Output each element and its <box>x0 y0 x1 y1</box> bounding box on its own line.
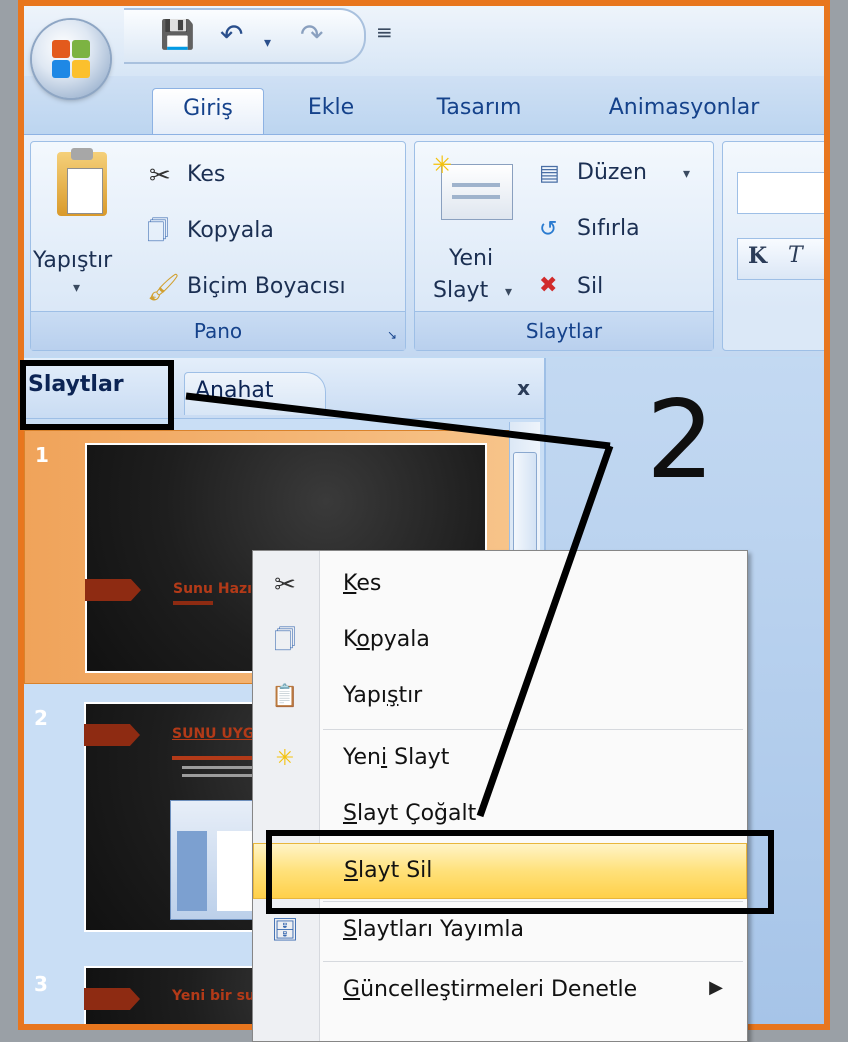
new-slide-icon: ✳ <box>275 746 295 771</box>
paste-dropdown-icon[interactable]: ▾ <box>73 280 80 296</box>
new-slide-dropdown-icon[interactable]: ▾ <box>505 284 512 300</box>
paste-icon[interactable] <box>57 148 107 216</box>
group-clipboard: Yapıştır ▾ ✂ Kes 🗍 Kopyala 🖌 Biçim Boyac… <box>30 141 406 351</box>
office-logo-icon <box>52 40 90 78</box>
menu-item-label: Slayt Sil <box>344 858 433 883</box>
ribbon-tabs: Giriş Ekle Tasarım Animasyonlar <box>24 76 824 135</box>
menu-item-label: Slaytları Yayımla <box>343 917 524 942</box>
reset-button[interactable]: Sıfırla <box>577 216 640 241</box>
close-pane-icon[interactable]: x <box>517 376 530 400</box>
menu-item-copy[interactable]: 🗍 Kopyala <box>253 613 747 669</box>
bold-button[interactable]: K <box>748 243 767 269</box>
group-slides: ✳ Yeni Slayt ▾ ▤ Düzen ▾ ↺ Sıfırla ✖ Sil… <box>414 141 714 351</box>
menu-separator <box>323 729 743 730</box>
menu-item-label: Kopyala <box>343 627 430 652</box>
delete-slide-icon: ✖ <box>539 273 558 298</box>
tab-animations[interactable]: Animasyonlar <box>584 88 784 134</box>
tab-slides[interactable]: Slaytlar <box>28 372 124 397</box>
tab-design[interactable]: Tasarım <box>414 88 544 134</box>
slide-tag-shape <box>85 579 141 601</box>
tab-insert[interactable]: Ekle <box>286 88 376 134</box>
undo-icon[interactable]: ↶ <box>220 20 243 50</box>
group-label-slides: Slaytlar <box>415 311 713 350</box>
slide-tag-shape <box>84 988 140 1010</box>
cut-button[interactable]: Kes <box>187 162 225 187</box>
menu-item-label: Güncelleştirmeleri Denetle <box>343 977 638 1002</box>
menu-separator <box>323 901 743 902</box>
tab-home[interactable]: Giriş <box>152 88 264 135</box>
paste-button[interactable]: Yapıştır <box>33 248 112 273</box>
new-slide-label-line1[interactable]: Yeni <box>449 246 493 271</box>
context-menu: ✂ Kes 🗍 Kopyala 📋 Yapıştır ✳ Yeni Slayt … <box>252 550 748 1042</box>
menu-item-new-slide[interactable]: ✳ Yeni Slayt <box>253 731 747 787</box>
menu-item-check-updates[interactable]: Güncelleştirmeleri Denetle ▶ <box>253 963 747 1019</box>
copy-icon: 🗍 <box>147 219 169 244</box>
delete-slide-button[interactable]: Sil <box>577 274 603 299</box>
new-slide-button[interactable]: Slayt <box>433 278 488 303</box>
slide-title: Sunu Hazı <box>173 581 252 597</box>
cut-icon: ✂ <box>274 570 296 600</box>
new-slide-icon[interactable]: ✳ <box>432 151 513 220</box>
pane-tabs: Slaytlar Anahat x <box>24 358 544 419</box>
menu-item-label: Yapıştır <box>343 683 423 708</box>
font-format-row: K T <box>737 238 824 280</box>
menu-item-label: Kes <box>343 571 382 596</box>
group-label-clipboard: Pano <box>31 311 405 350</box>
font-name-combo[interactable] <box>737 172 824 214</box>
quick-access-toolbar: 💾 ↶ ▾ ↷ <box>124 8 366 64</box>
italic-button[interactable]: T <box>788 243 803 268</box>
customize-qat-icon[interactable]: ≡ <box>376 20 393 44</box>
menu-item-paste[interactable]: 📋 Yapıştır <box>253 669 747 725</box>
paste-icon: 📋 <box>271 684 299 709</box>
layout-dropdown-icon[interactable]: ▾ <box>683 166 690 182</box>
menu-separator <box>323 961 743 962</box>
slide-number: 1 <box>35 443 49 467</box>
copy-button[interactable]: Kopyala <box>187 218 274 243</box>
submenu-arrow-icon: ▶ <box>709 977 723 998</box>
undo-dropdown-icon[interactable]: ▾ <box>264 28 271 58</box>
title-bar: 💾 ↶ ▾ ↷ ≡ <box>24 6 824 76</box>
format-painter-icon: 🖌 <box>147 273 181 303</box>
format-painter-button[interactable]: Biçim Boyacısı <box>187 274 346 299</box>
save-icon[interactable]: 💾 <box>160 20 195 50</box>
redo-icon[interactable]: ↷ <box>300 20 323 50</box>
office-button[interactable] <box>32 20 110 98</box>
slide-tag-shape <box>84 724 140 746</box>
menu-item-cut[interactable]: ✂ Kes <box>253 557 747 613</box>
cut-icon: ✂ <box>149 161 171 191</box>
layout-button[interactable]: Düzen <box>577 160 647 185</box>
menu-item-label: Slayt Çoğalt <box>343 801 477 826</box>
menu-item-label: Yeni Slayt <box>343 745 450 770</box>
dialog-launcher-icon[interactable]: ↘ <box>387 328 397 342</box>
sparkle-icon: ✳ <box>432 151 453 179</box>
group-font: K T <box>722 141 824 351</box>
callout-number-label: 2 <box>646 378 715 503</box>
layout-icon: ▤ <box>539 161 560 186</box>
slide-number: 3 <box>34 972 48 996</box>
menu-item-delete-slide[interactable]: Slayt Sil <box>253 843 747 899</box>
menu-item-duplicate-slide[interactable]: Slayt Çoğalt <box>253 787 747 843</box>
slide-number: 2 <box>34 706 48 730</box>
publish-icon: 🗄 <box>271 918 299 943</box>
menu-item-publish-slides[interactable]: 🗄 Slaytları Yayımla <box>253 903 747 959</box>
copy-icon: 🗍 <box>274 628 296 653</box>
reset-icon: ↺ <box>539 217 558 242</box>
tab-outline[interactable]: Anahat <box>184 372 326 415</box>
ribbon: Yapıştır ▾ ✂ Kes 🗍 Kopyala 🖌 Biçim Boyac… <box>24 134 824 357</box>
